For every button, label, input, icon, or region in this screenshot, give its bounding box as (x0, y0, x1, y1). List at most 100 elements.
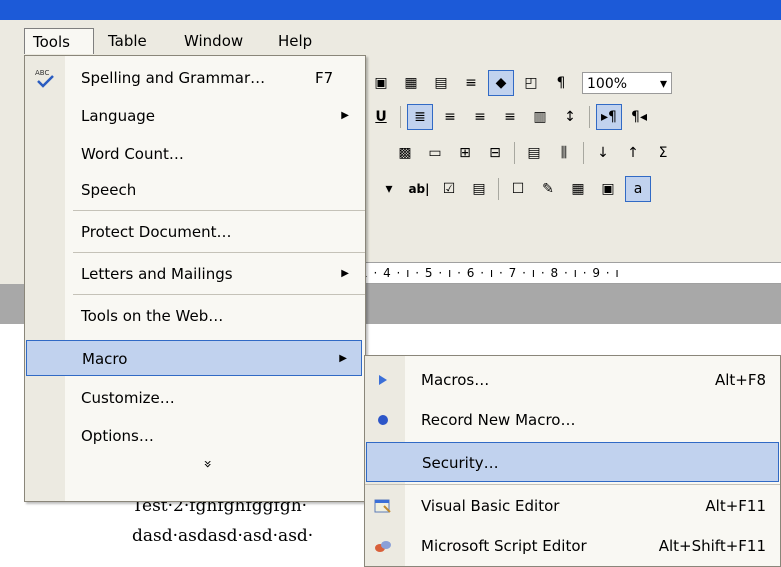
merge-cells-icon[interactable]: ⊞ (452, 140, 478, 166)
drawing-icon[interactable]: ◆ (488, 70, 514, 96)
insert-excel-icon[interactable]: ▤ (428, 70, 454, 96)
menu-item-spelling[interactable]: ABC Spelling and Grammar… F7 (25, 60, 363, 96)
menu-help-label: Help (278, 32, 313, 50)
menu-separator (73, 252, 365, 253)
insert-table-icon[interactable]: ▦ (398, 70, 424, 96)
ltr-paragraph-icon[interactable]: ▸¶ (596, 104, 622, 130)
menu-item-label: Speech (81, 181, 137, 199)
submenu-item-label: Visual Basic Editor (421, 497, 560, 515)
menu-item-customize[interactable]: Customize… (25, 380, 363, 416)
script-editor-icon (371, 534, 395, 558)
submenu-arrow-icon: ▶ (339, 353, 347, 364)
submenu-item-label: Security… (422, 454, 499, 472)
submenu-item-macros[interactable]: Macros… Alt+F8 (365, 360, 780, 400)
tools-menu: ABC Spelling and Grammar… F7 Language ▶ … (24, 55, 366, 502)
tables-toolbar: ▩ ▭ ⊞ ⊟ ▤ ⫼ ↓ ↑ Σ (390, 140, 678, 166)
autoformat-icon[interactable]: ▤ (521, 140, 547, 166)
toolbar-separator (514, 142, 515, 164)
align-left-icon[interactable]: ≣ (407, 104, 433, 130)
toolbar-separator (498, 178, 499, 200)
submenu-separator (365, 484, 780, 485)
dropdown-arrow-icon[interactable]: ▾ (376, 176, 402, 202)
menu-separator (73, 294, 365, 295)
submenu-item-security[interactable]: Security… (366, 442, 779, 482)
menu-help[interactable]: Help (278, 28, 312, 54)
forms-toolbar: ▾ ab| ☑ ▤ ☐ ✎ ▦ ▣ a (374, 176, 653, 202)
menu-tools[interactable]: Tools (24, 28, 94, 54)
submenu-arrow-icon: ▶ (341, 268, 349, 279)
svg-text:ABC: ABC (35, 69, 49, 77)
menu-item-label: Macro (82, 350, 128, 368)
sort-ascending-icon[interactable]: ↓ (590, 140, 616, 166)
autosum-icon[interactable]: Σ (650, 140, 676, 166)
submenu-item-label: Microsoft Script Editor (421, 537, 587, 555)
formatting-toolbar: U ≣ ≡ ≡ ≡ ▥ ↕ ▸¶ ¶◂ (366, 104, 654, 130)
columns-icon[interactable]: ≡ (458, 70, 484, 96)
menu-item-letters-mailings[interactable]: Letters and Mailings ▶ (25, 256, 363, 292)
split-cells-icon[interactable]: ⊟ (482, 140, 508, 166)
insert-table-form-icon[interactable]: ▦ (565, 176, 591, 202)
menu-window[interactable]: Window (184, 28, 243, 54)
zoom-value: 100% (587, 76, 628, 92)
menu-item-protect-document[interactable]: Protect Document… (25, 214, 363, 250)
checkbox-form-field-icon[interactable]: ☑ (436, 176, 462, 202)
shading-icon[interactable]: ▩ (392, 140, 418, 166)
menu-item-label: Language (81, 107, 156, 125)
standard-toolbar: ▣ ▦ ▤ ≡ ◆ ◰ ¶ 100% ▾ (366, 70, 672, 96)
spelling-icon: ABC (33, 66, 57, 90)
text-form-field-icon[interactable]: ab| (406, 176, 432, 202)
menu-item-macro[interactable]: Macro ▶ (26, 340, 362, 376)
macro-submenu: Macros… Alt+F8 Record New Macro… Securit… (364, 355, 781, 567)
menu-item-speech[interactable]: Speech (25, 172, 363, 208)
ruler-marks: 1 · 4 · ı · 5 · ı · 6 · ı · 7 · ı · 8 · … (360, 266, 620, 280)
submenu-item-vb-editor[interactable]: Visual Basic Editor Alt+F11 (365, 486, 780, 526)
left-toolbar-edge (0, 70, 14, 260)
rtl-paragraph-icon[interactable]: ¶◂ (626, 104, 652, 130)
dropdown-form-field-icon[interactable]: ▤ (466, 176, 492, 202)
border-icon[interactable]: ▭ (422, 140, 448, 166)
menu-item-label: Spelling and Grammar… (81, 69, 266, 87)
justify-icon[interactable]: ≡ (497, 104, 523, 130)
document-line-2: dasd·asdasd·asd·asd· (132, 526, 314, 546)
expand-menu-icon[interactable]: » (199, 460, 215, 469)
submenu-item-label: Macros… (421, 371, 490, 389)
align-center-icon[interactable]: ≡ (437, 104, 463, 130)
submenu-item-shortcut: Alt+F8 (714, 371, 766, 389)
menu-table[interactable]: Table (108, 28, 147, 54)
insert-frame-icon[interactable]: ▣ (595, 176, 621, 202)
submenu-item-record-new-macro[interactable]: Record New Macro… (365, 400, 780, 440)
menu-item-label: Tools on the Web… (81, 307, 224, 325)
chevron-down-icon: ▾ (659, 76, 667, 92)
menu-item-word-count[interactable]: Word Count… (25, 136, 363, 172)
print-preview-icon[interactable]: ◰ (518, 70, 544, 96)
document-map-icon[interactable]: ▣ (368, 70, 394, 96)
distributed-icon[interactable]: ▥ (527, 104, 553, 130)
show-hide-icon[interactable]: ¶ (548, 70, 574, 96)
toolbar-separator (583, 142, 584, 164)
menu-item-language[interactable]: Language ▶ (25, 98, 363, 134)
sort-descending-icon[interactable]: ↑ (620, 140, 646, 166)
submenu-item-script-editor[interactable]: Microsoft Script Editor Alt+Shift+F11 (365, 526, 780, 566)
underline-icon[interactable]: U (368, 104, 394, 130)
form-field-options-icon[interactable]: ☐ (505, 176, 531, 202)
form-field-shading-icon[interactable]: a (625, 176, 651, 202)
menu-item-tools-on-web[interactable]: Tools on the Web… (25, 298, 363, 334)
menu-item-label: Letters and Mailings (81, 265, 233, 283)
toolbar-separator (400, 106, 401, 128)
distribute-rows-icon[interactable]: ⫼ (551, 140, 577, 166)
submenu-item-label: Record New Macro… (421, 411, 576, 429)
menu-window-label: Window (184, 32, 244, 50)
draw-table-icon[interactable]: ✎ (535, 176, 561, 202)
record-icon (371, 408, 395, 432)
line-spacing-icon[interactable]: ↕ (557, 104, 583, 130)
zoom-dropdown[interactable]: 100% ▾ (582, 72, 672, 94)
menu-item-label: Word Count… (81, 145, 184, 163)
vb-editor-icon (371, 494, 395, 518)
menu-separator (73, 210, 365, 211)
menu-item-label: Protect Document… (81, 223, 232, 241)
submenu-item-shortcut: Alt+Shift+F11 (658, 537, 766, 555)
submenu-item-shortcut: Alt+F11 (705, 497, 766, 515)
align-right-icon[interactable]: ≡ (467, 104, 493, 130)
menu-tools-label: Tools (33, 33, 70, 51)
menu-item-options[interactable]: Options… (25, 418, 363, 454)
